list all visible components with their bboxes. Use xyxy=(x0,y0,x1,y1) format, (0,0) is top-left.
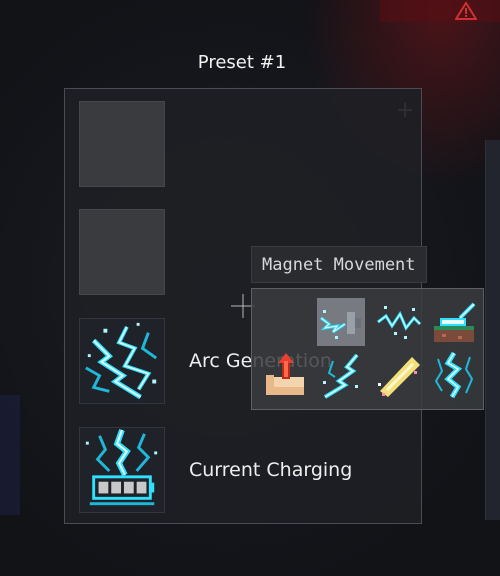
skill-picker xyxy=(251,288,484,410)
uppercut-icon xyxy=(266,353,304,395)
electric-dash-icon xyxy=(377,306,422,339)
plasma-beam-icon xyxy=(378,357,420,397)
preset-title: Preset #1 xyxy=(197,52,287,73)
warning-icon xyxy=(455,2,477,20)
background-wall xyxy=(0,395,20,515)
picker-item-thunder-column[interactable] xyxy=(430,351,478,399)
picker-item-lightning-strike[interactable] xyxy=(317,351,365,399)
current-charging-icon xyxy=(85,428,158,506)
magnet-movement-icon xyxy=(320,310,361,339)
skill-slot-current-charging[interactable] xyxy=(79,427,165,513)
picker-item-magnet-movement[interactable] xyxy=(317,298,365,346)
lightning-strike-icon xyxy=(323,353,359,399)
skill-slot-arc-generation[interactable] xyxy=(79,318,165,404)
picker-item-power-uppercut[interactable] xyxy=(262,351,310,399)
background-wall-right xyxy=(485,140,500,520)
picker-item-railgun[interactable] xyxy=(430,298,478,346)
picker-item-electric-dash[interactable] xyxy=(374,298,422,346)
thunder-column-icon xyxy=(434,351,474,399)
skill-label-current-charging: Current Charging xyxy=(189,459,353,481)
skill-slot-1[interactable] xyxy=(79,101,165,187)
skill-tooltip: Magnet Movement xyxy=(251,246,427,283)
railgun-icon xyxy=(434,302,476,342)
skill-slot-2[interactable] xyxy=(79,209,165,295)
hud-top-strip xyxy=(380,0,500,22)
arc-generation-icon xyxy=(85,322,158,400)
game-scene: Preset #1 Arc Generation xyxy=(0,0,500,576)
faint-plus-icon: + xyxy=(396,98,415,123)
picker-item-plasma-beam[interactable] xyxy=(374,351,422,399)
